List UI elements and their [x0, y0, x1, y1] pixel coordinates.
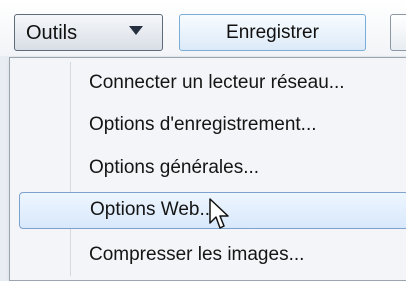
- save-button[interactable]: Enregistrer: [179, 14, 366, 51]
- mouse-pointer-icon: [209, 198, 229, 229]
- menu-item-label: Connecter un lecteur réseau...: [89, 72, 345, 93]
- menu-item-label: Options générales...: [89, 157, 260, 178]
- save-button-label: Enregistrer: [226, 21, 319, 43]
- tools-dropdown-button[interactable]: Outils: [14, 14, 163, 51]
- menu-item-label: Options d'enregistrement...: [89, 114, 317, 135]
- chevron-down-icon: [129, 26, 143, 35]
- menu-item-label: Options Web...: [90, 199, 216, 220]
- tools-dropdown-menu: Connecter un lecteur réseau... Options d…: [9, 57, 406, 281]
- next-button-edge[interactable]: [390, 14, 406, 51]
- menu-item-general-options[interactable]: Options générales...: [10, 150, 406, 187]
- menu-item-label: Compresser les images...: [89, 244, 305, 265]
- tools-button-label: Outils: [26, 21, 78, 44]
- menu-item-map-network-drive[interactable]: Connecter un lecteur réseau...: [10, 65, 406, 102]
- menu-item-save-options[interactable]: Options d'enregistrement...: [10, 107, 406, 144]
- menu-item-compress-images[interactable]: Compresser les images...: [10, 237, 406, 274]
